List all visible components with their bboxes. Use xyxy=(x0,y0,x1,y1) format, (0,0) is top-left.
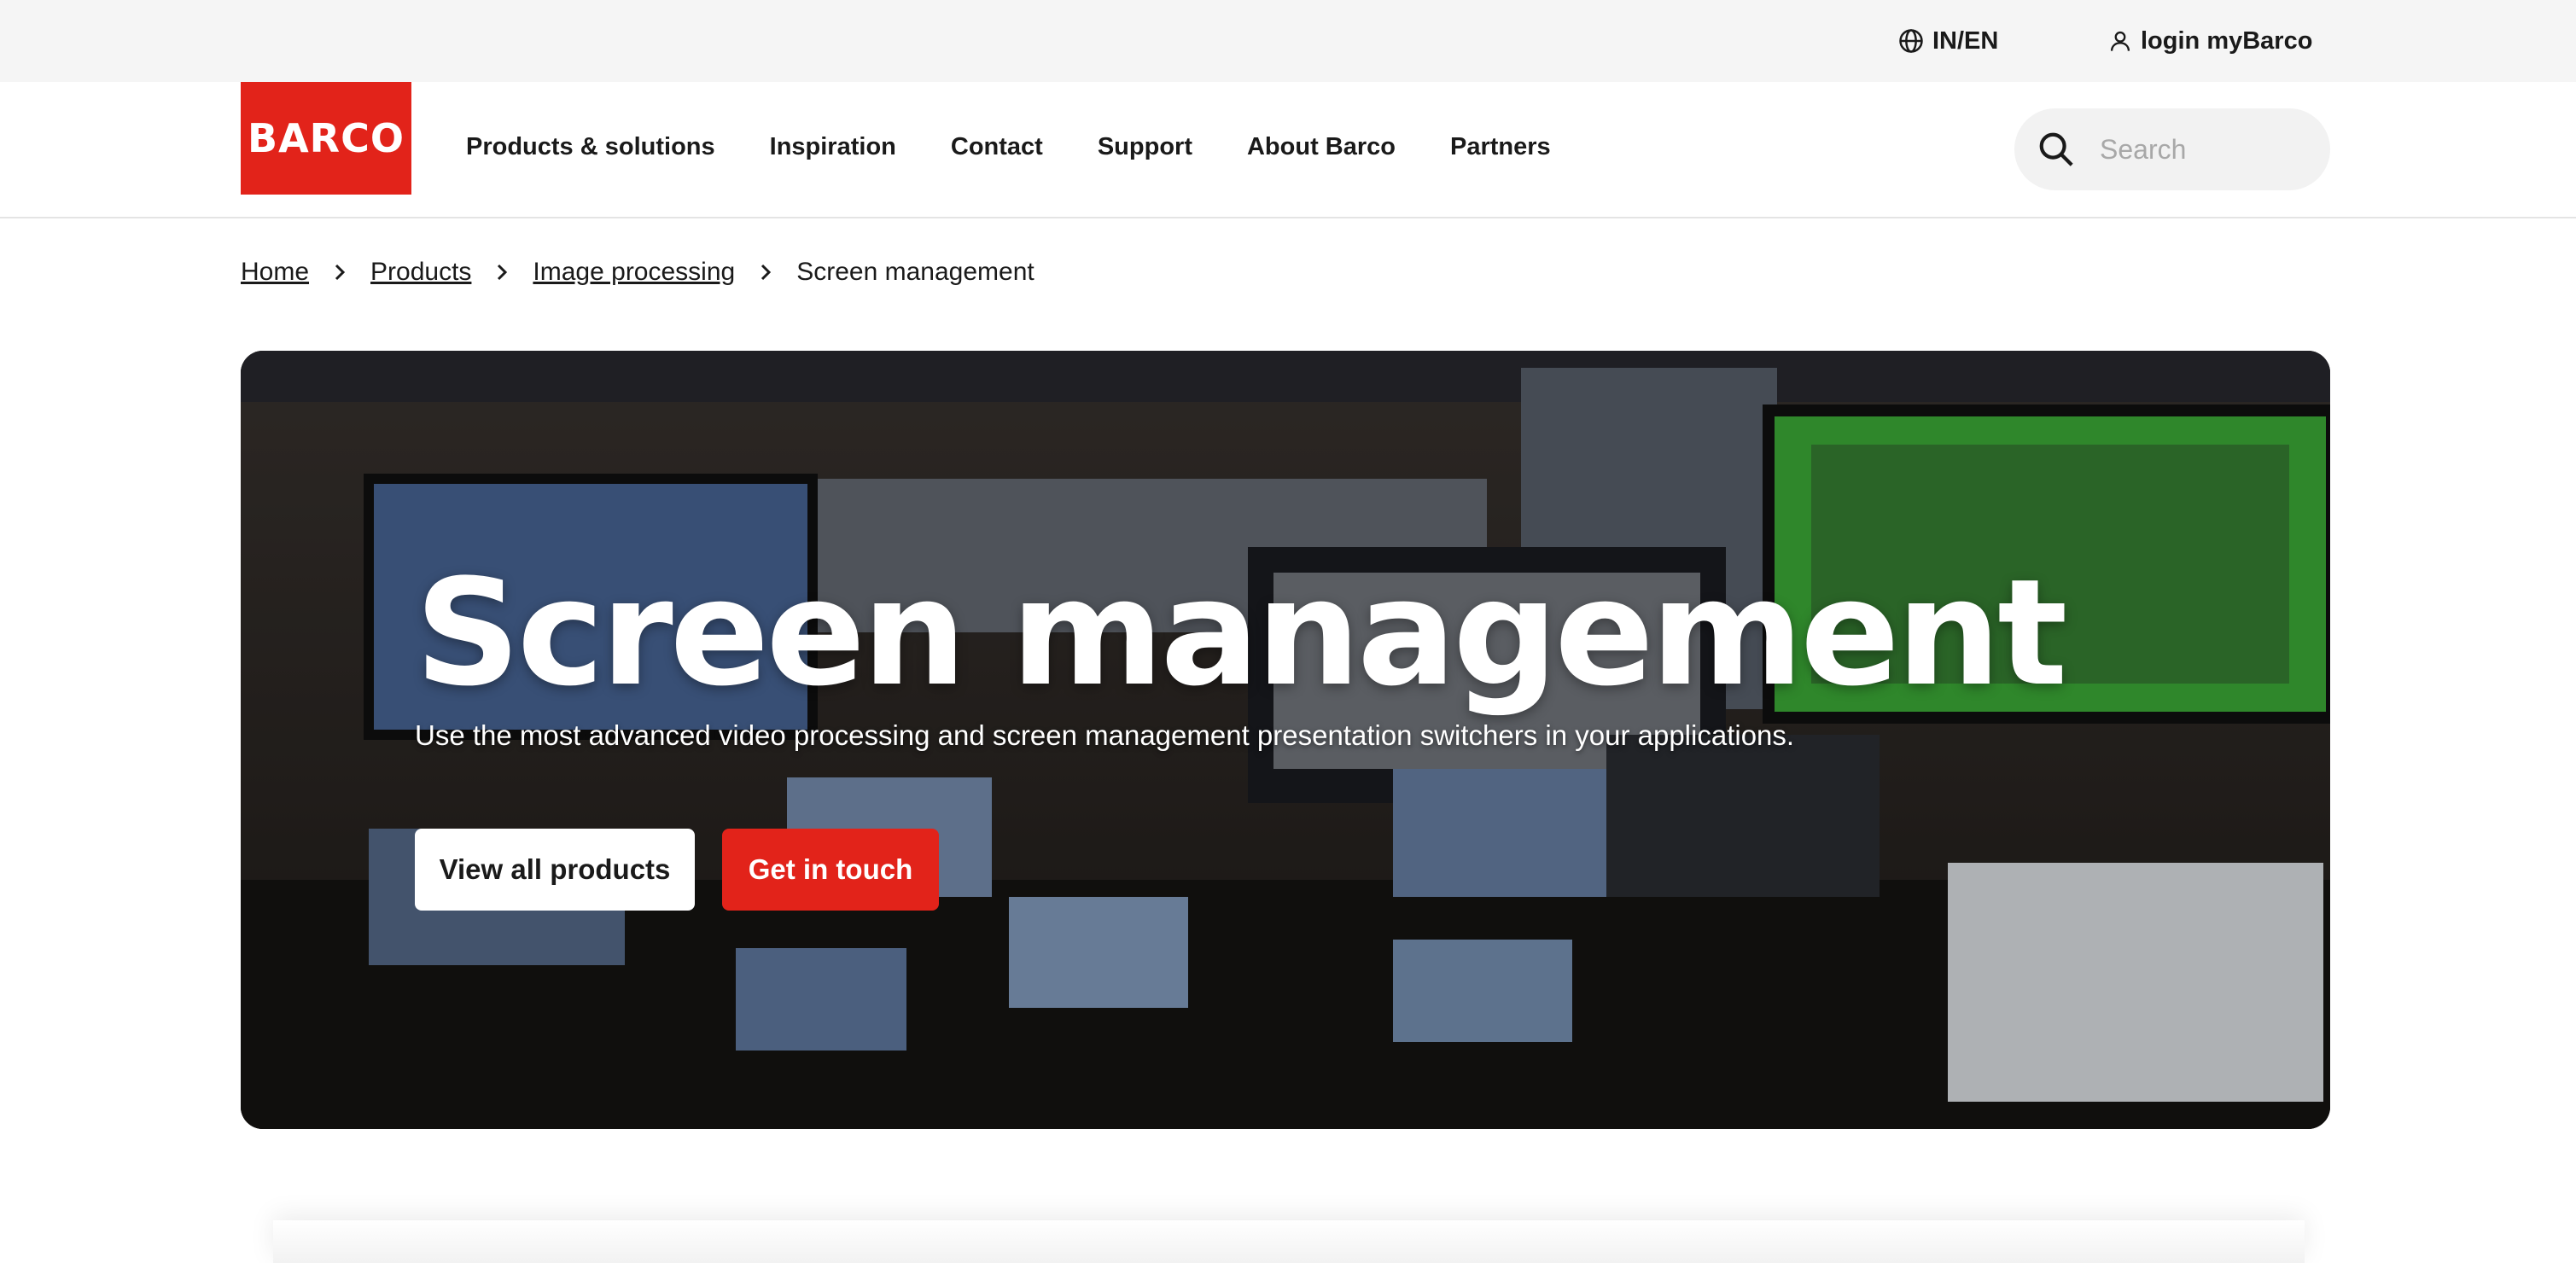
language-label: IN/EN xyxy=(1932,26,1999,55)
hero-banner: Screen management Use the most advanced … xyxy=(241,351,2330,1129)
chevron-right-icon xyxy=(331,262,348,282)
breadcrumb-home[interactable]: Home xyxy=(241,258,309,287)
nav-partners[interactable]: Partners xyxy=(1450,133,1551,161)
globe-icon xyxy=(1899,29,1923,53)
nav-support[interactable]: Support xyxy=(1098,133,1192,161)
breadcrumb-image-processing[interactable]: Image processing xyxy=(533,258,735,287)
nav-inspiration[interactable]: Inspiration xyxy=(770,133,896,161)
logo-text: BARCO xyxy=(248,115,405,161)
hero-title: Screen management xyxy=(415,547,2067,719)
breadcrumb-current: Screen management xyxy=(796,258,1034,286)
nav-contact[interactable]: Contact xyxy=(951,133,1043,161)
search-box[interactable] xyxy=(2014,108,2330,190)
login-label: login myBarco xyxy=(2141,26,2313,55)
breadcrumb: Home Products Image processing Screen ma… xyxy=(241,258,1034,287)
user-icon xyxy=(2110,31,2130,51)
barco-logo[interactable]: BARCO xyxy=(241,82,411,195)
breadcrumb-products[interactable]: Products xyxy=(370,258,471,287)
next-section-edge xyxy=(273,1220,2305,1263)
hero-subtitle: Use the most advanced video processing a… xyxy=(415,719,1795,751)
main-nav: Products & solutions Inspiration Contact… xyxy=(466,133,1551,161)
chevron-right-icon xyxy=(493,262,510,282)
utility-bar: IN/EN login myBarco xyxy=(0,0,2576,82)
nav-about-barco[interactable]: About Barco xyxy=(1247,133,1396,161)
login-link[interactable]: login myBarco xyxy=(2108,22,2312,60)
view-all-products-button[interactable]: View all products xyxy=(415,829,695,911)
chevron-right-icon xyxy=(757,262,774,282)
nav-products-solutions[interactable]: Products & solutions xyxy=(466,133,715,161)
language-selector[interactable]: IN/EN xyxy=(1898,22,1998,60)
search-icon[interactable] xyxy=(2037,130,2076,169)
main-header: BARCO Products & solutions Inspiration C… xyxy=(0,82,2576,218)
search-input[interactable] xyxy=(2098,132,2306,166)
get-in-touch-button[interactable]: Get in touch xyxy=(722,829,939,911)
